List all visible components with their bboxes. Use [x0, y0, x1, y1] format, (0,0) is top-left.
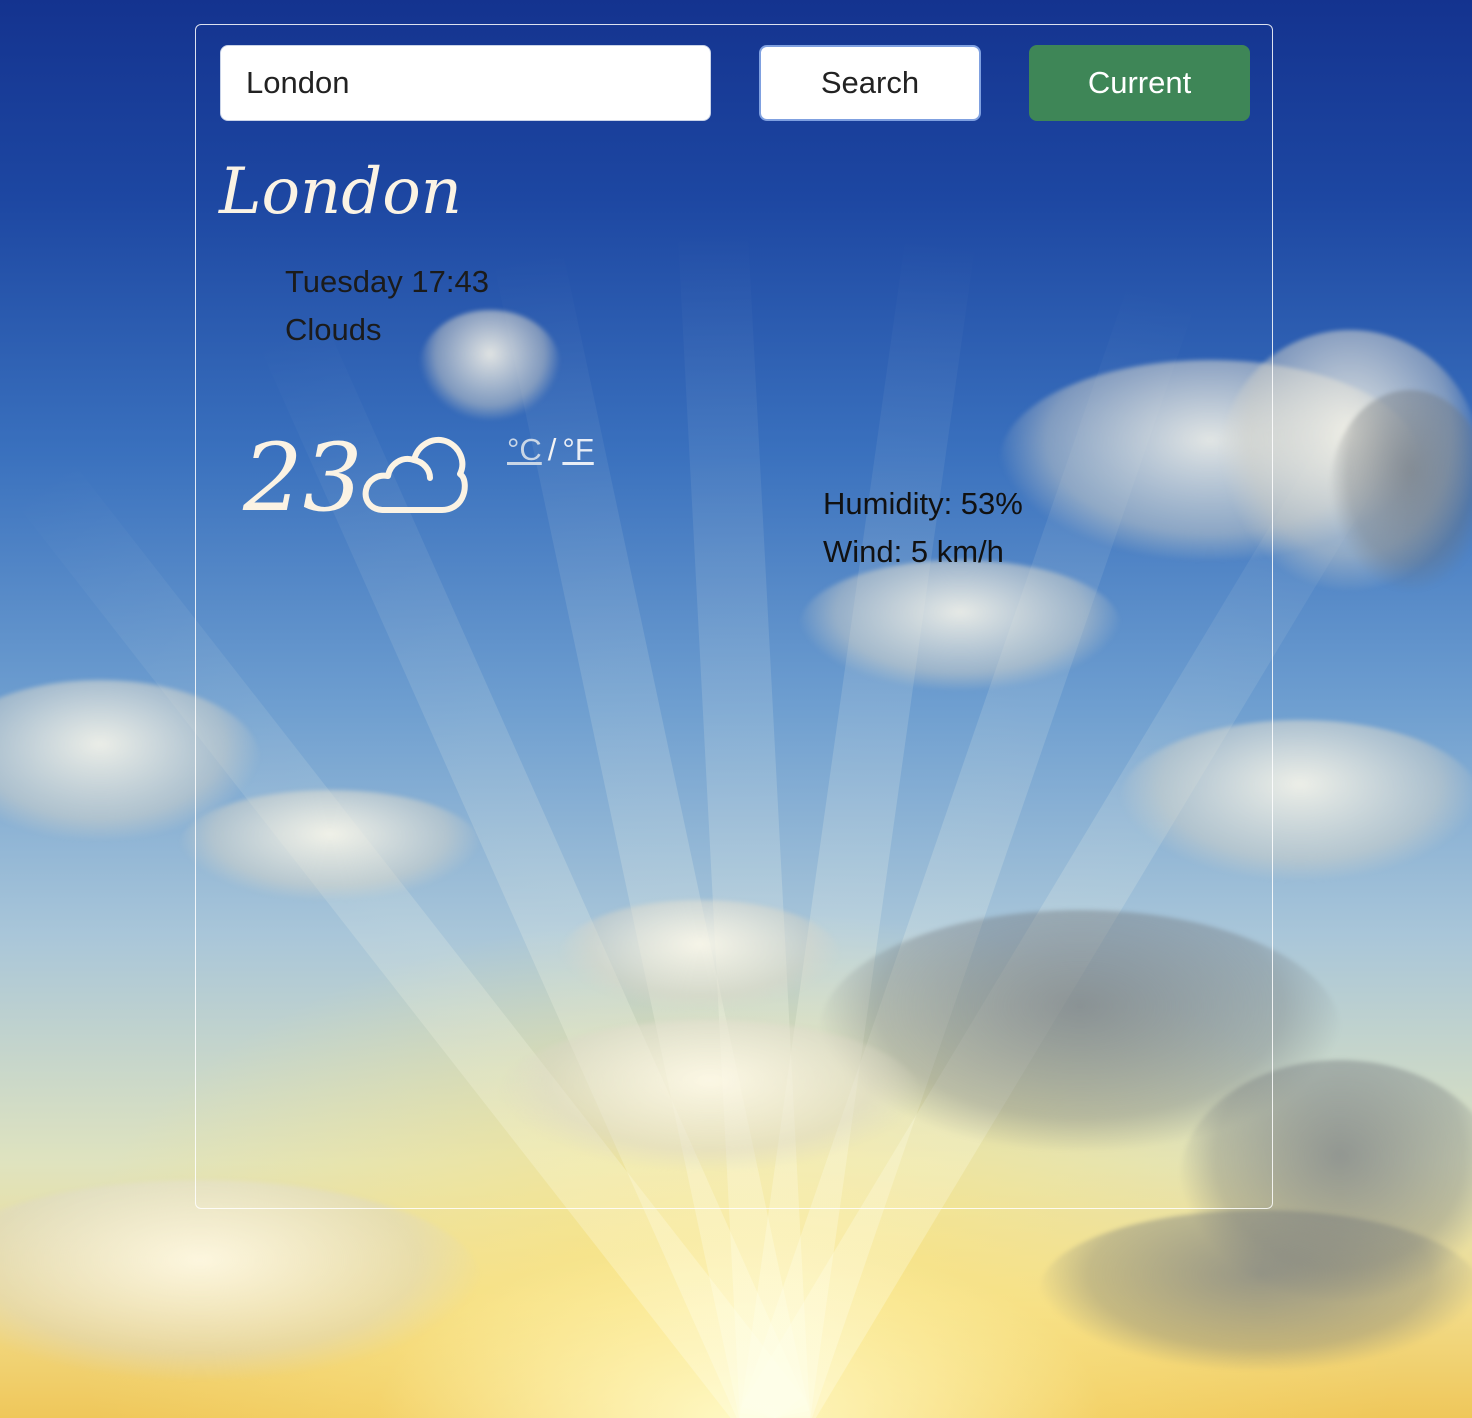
cloud [1040, 1210, 1472, 1370]
celsius-link[interactable]: °C [507, 432, 542, 467]
wind-text: Wind: 5 km/h [823, 534, 1004, 569]
humidity-text: Humidity: 53% [823, 486, 1023, 521]
city-name: London [219, 155, 462, 229]
current-location-button[interactable]: Current [1029, 45, 1250, 121]
search-button[interactable]: Search [759, 45, 981, 121]
fahrenheit-link[interactable]: °F [562, 432, 593, 467]
cloud [0, 1180, 480, 1380]
city-search-input[interactable] [220, 45, 711, 121]
cloud-icon [362, 437, 468, 513]
unit-separator: / [547, 432, 557, 467]
temperature-value: 23 [243, 424, 363, 533]
unit-toggle: °C / °F [507, 432, 594, 468]
day-time: Tuesday 17:43 [285, 264, 489, 299]
weather-description: Clouds [285, 312, 382, 347]
